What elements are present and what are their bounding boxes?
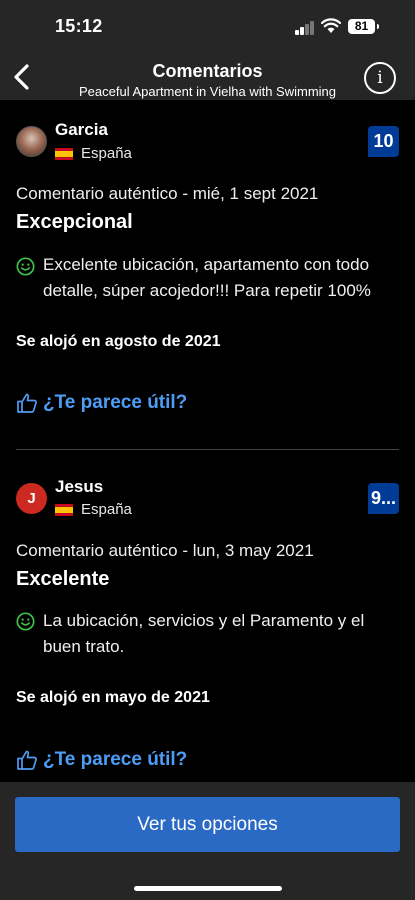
wifi-icon	[321, 18, 341, 33]
review-meta: Comentario auténtico - mié, 1 sept 2021	[16, 184, 319, 203]
spain-flag-icon	[55, 504, 73, 516]
status-time: 15:12	[55, 16, 103, 36]
helpful-button[interactable]: ¿Te parece útil?	[16, 747, 187, 773]
smiley-positive-icon	[16, 612, 35, 631]
review-card: Garcia España 10 Comentario auténtico - …	[0, 100, 415, 450]
avatar[interactable]: J	[16, 483, 47, 514]
review-headline: Excelente	[16, 568, 110, 590]
helpful-label: ¿Te parece útil?	[43, 392, 188, 413]
review-meta: Comentario auténtico - lun, 3 may 2021	[16, 541, 314, 560]
battery-icon: 81	[348, 19, 379, 34]
reviewer-name: Jesus	[55, 477, 104, 496]
info-button[interactable]: i	[364, 62, 396, 94]
helpful-button[interactable]: ¿Te parece útil?	[16, 390, 187, 416]
stay-date: Se alojó en agosto de 2021	[16, 333, 221, 350]
spain-flag-icon	[55, 148, 73, 160]
nav-bar: Comentarios Peaceful Apartment in Vielha…	[0, 54, 415, 100]
divider	[16, 449, 399, 450]
score-badge: 9...	[368, 483, 399, 514]
review-card: J Jesus España 9... Comentario auténtico…	[0, 457, 415, 782]
reviewer-name: Garcia	[55, 120, 108, 139]
review-headline: Excepcional	[16, 211, 133, 233]
stay-date: Se alojó en mayo de 2021	[16, 689, 210, 706]
see-options-button[interactable]: Ver tus opciones	[15, 797, 400, 852]
page-subtitle: Peaceful Apartment in Vielha with Swimmi…	[79, 84, 336, 99]
home-indicator[interactable]	[134, 886, 282, 891]
page-title: Comentarios	[152, 61, 263, 81]
thumbs-up-icon	[17, 393, 37, 413]
reviews-list[interactable]: Garcia España 10 Comentario auténtico - …	[0, 100, 415, 782]
avatar[interactable]	[16, 126, 47, 157]
footer-bar: Ver tus opciones	[0, 782, 415, 900]
thumbs-up-icon	[17, 750, 37, 770]
review-body: Excelente ubicación, apartamento con tod…	[43, 255, 371, 300]
smiley-positive-icon	[16, 257, 35, 276]
score-badge: 10	[368, 126, 399, 157]
review-body: La ubicación, servicios y el Paramento y…	[43, 611, 365, 656]
helpful-label: ¿Te parece útil?	[43, 749, 188, 770]
cellular-signal-icon	[295, 21, 315, 35]
reviewer-country: España	[81, 501, 132, 518]
status-bar: 15:12 81	[0, 0, 415, 54]
reviewer-country: España	[81, 145, 132, 162]
